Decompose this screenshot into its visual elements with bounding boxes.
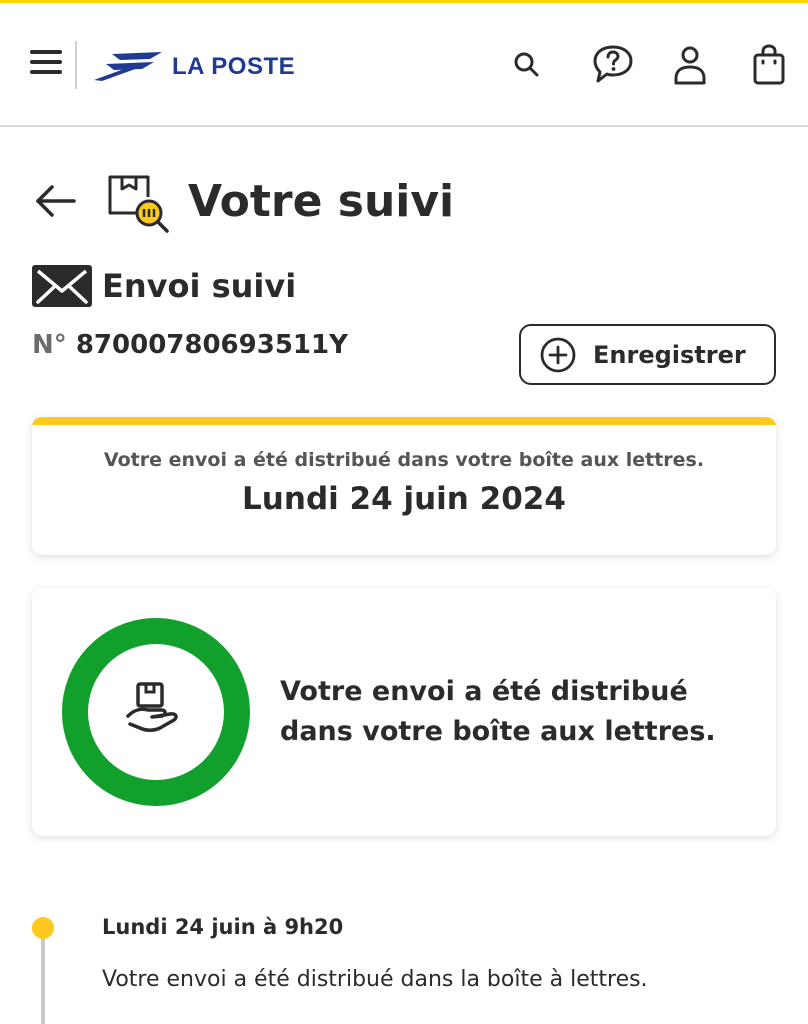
parcel-tracking-icon [104,169,172,235]
save-button-label: Enregistrer [593,340,746,369]
help-icon[interactable] [589,41,637,89]
la-poste-bird-icon [94,52,162,81]
envelope-icon [32,265,92,307]
timeline-event-date: Lundi 24 juin à 9h20 [102,915,344,939]
delivery-message: Votre envoi a été distribué dans votre b… [103,449,705,471]
shipment-type-label: Envoi suivi [102,267,297,305]
menu-icon[interactable] [30,47,64,77]
site-header: LA POSTE [0,3,808,127]
la-poste-logo[interactable]: LA POSTE [92,47,312,87]
plus-circle-icon [540,337,576,372]
timeline-dot [32,917,54,939]
account-icon[interactable] [666,41,714,89]
card-accent-bar [32,417,776,425]
page-title-row: Votre suivi [30,165,790,241]
tracking-number-prefix: N° [32,330,67,360]
back-arrow-icon[interactable] [30,179,80,223]
tracking-number: N° 87000780693511Y [32,325,348,365]
timeline-line [41,929,45,1024]
parcel-in-hand-icon [126,682,178,732]
cart-icon[interactable] [745,41,793,89]
status-card: Votre envoi a été distribué dans votre b… [32,588,776,836]
search-icon[interactable] [503,41,551,89]
status-text: Votre envoi a été distribué dans votre b… [280,676,716,747]
save-button[interactable]: Enregistrer [519,324,776,385]
tracking-number-value: 87000780693511Y [75,330,348,360]
delivery-date: Lundi 24 juin 2024 [242,481,566,517]
page-title: Votre suivi [188,176,455,227]
brand-name: LA POSTE [172,53,296,80]
header-divider [75,41,77,89]
timeline-event-description: Votre envoi a été distribué dans la boît… [102,967,648,992]
status-progress-ring [62,618,250,806]
delivery-summary-card: Votre envoi a été distribué dans votre b… [32,417,776,555]
tracking-timeline: Lundi 24 juin à 9h20 Votre envoi a été d… [30,905,790,1024]
